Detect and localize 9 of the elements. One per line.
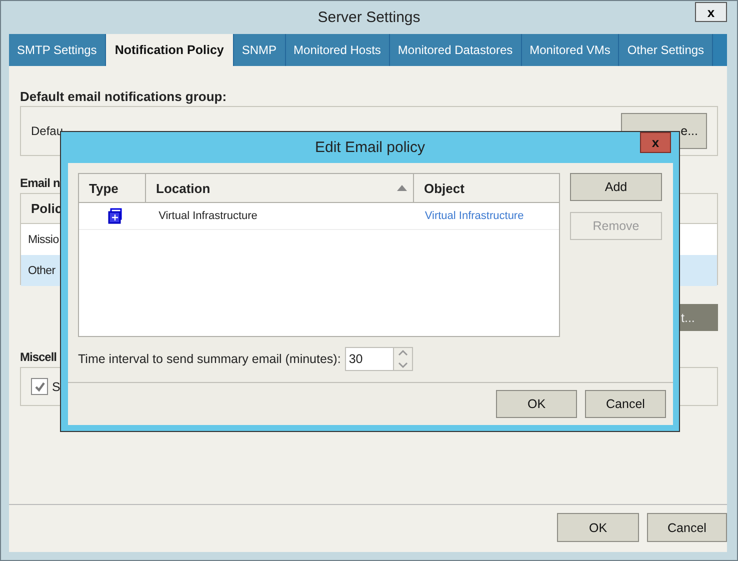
section-heading: Email n (20, 176, 60, 192)
checkbox-label: S (52, 380, 60, 394)
column-header: Polic (31, 201, 62, 216)
window-title: Server Settings (318, 9, 420, 26)
interval-label: Time interval to send summary email (minutes): (78, 352, 341, 366)
section-heading: Miscell (20, 350, 57, 366)
dialog-title: Edit Email policy (314, 139, 426, 156)
section-heading: Default email notifications group: (20, 89, 227, 106)
table-cell-text: Virtual Infrastructure (158, 210, 258, 222)
